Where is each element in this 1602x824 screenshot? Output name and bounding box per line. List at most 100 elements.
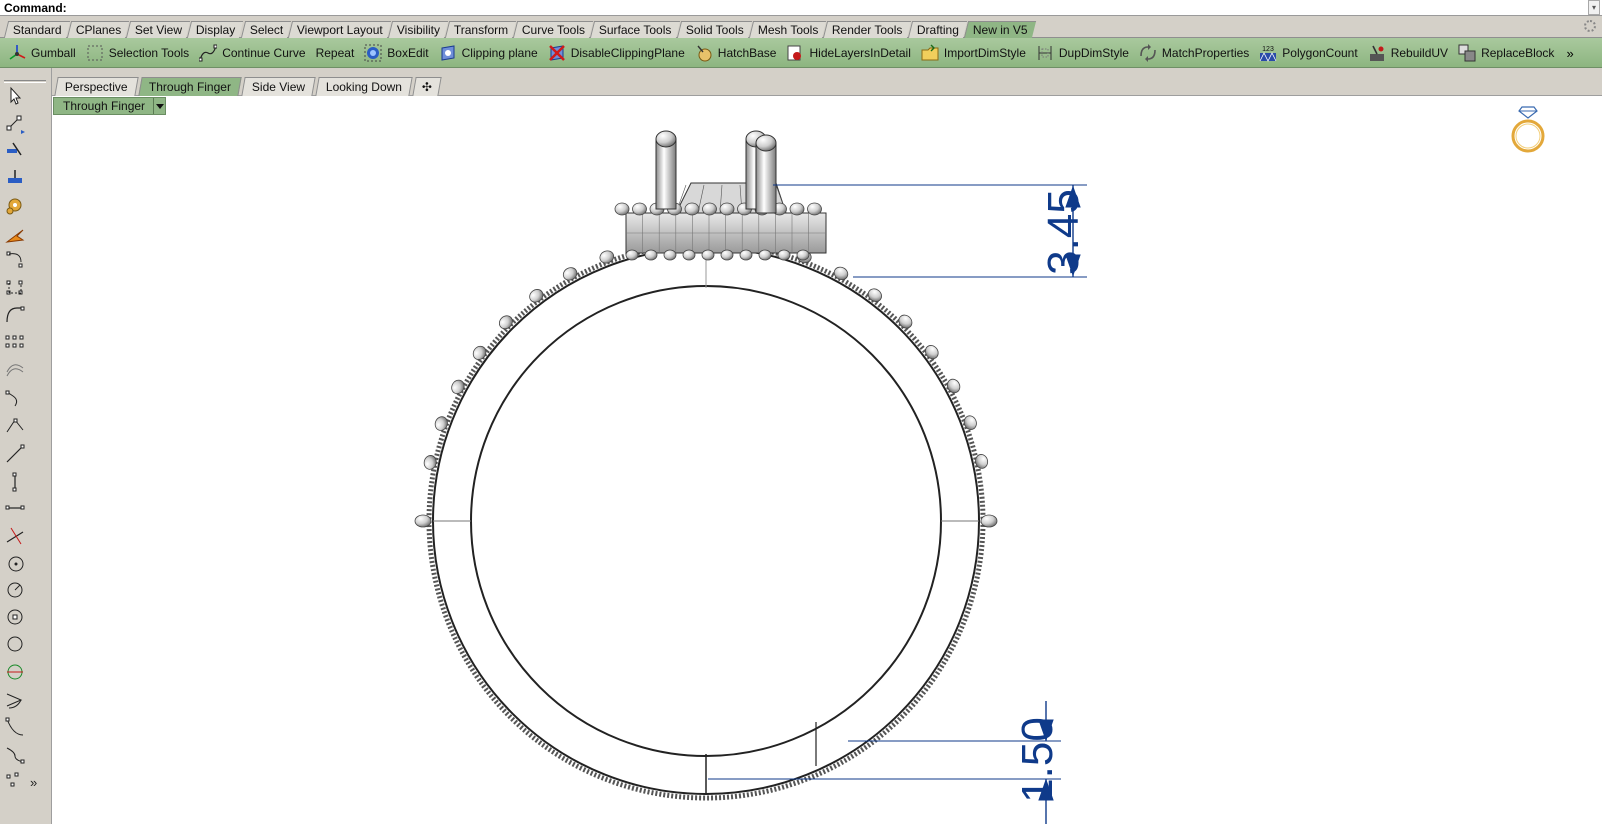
toolbar-tab-new-in-v5[interactable]: New in V5 [963, 21, 1036, 38]
curve-control-icon[interactable] [3, 248, 27, 272]
curve-blend-icon[interactable] [3, 715, 27, 739]
continue-curve-button[interactable]: Continue Curve [199, 42, 306, 64]
rectangle-points-icon[interactable] [3, 275, 27, 299]
toolbar-overflow-button[interactable]: » [1566, 46, 1573, 61]
replaceblock-button[interactable]: ReplaceBlock [1458, 42, 1554, 64]
command-button-label: ReplaceBlock [1481, 46, 1555, 60]
select-arrow-icon[interactable] [3, 84, 27, 108]
gumball-button[interactable]: Gumball [8, 42, 76, 64]
command-button-label: RebuildUV [1390, 46, 1449, 60]
disableclippingplane-button[interactable]: DisableClippingPlane [548, 42, 685, 64]
repeat-button[interactable]: Repeat [316, 42, 355, 64]
snap-icon[interactable] [3, 166, 27, 190]
polyline-icon[interactable] [3, 414, 27, 438]
continue-curve-icon [199, 44, 218, 62]
boxedit-button[interactable]: BoxEdit [364, 42, 429, 64]
clipping-plane-icon [439, 44, 457, 62]
viewport-tab-label: Looking Down [325, 80, 402, 94]
selection-tools-button[interactable]: Selection Tools [86, 42, 190, 64]
gear-settings-icon[interactable] [3, 193, 27, 217]
move-icon[interactable] [3, 139, 27, 163]
curve-interp-icon[interactable] [3, 742, 27, 766]
command-button-label: DisableClippingPlane [570, 46, 685, 60]
ring-drawing [414, 130, 1087, 824]
toolbar-tab-label: Transform [453, 23, 509, 37]
viewport-through-finger[interactable]: Through Finger 3.45 1.50 [53, 97, 1602, 824]
toolbar-tab-display[interactable]: Display [187, 21, 244, 38]
toolbar-tab-standard[interactable]: Standard [3, 21, 70, 38]
toolbar-options-gear-icon[interactable] [1584, 20, 1596, 32]
command-history-dropdown[interactable]: ▾ [1588, 0, 1600, 15]
left-toolbar-more-button[interactable]: » [30, 775, 37, 790]
halo-bead [625, 249, 639, 261]
toolbar-tab-transform[interactable]: Transform [444, 21, 517, 38]
add-viewport-tab-button[interactable]: ✣ [412, 77, 442, 96]
toolbar-tab-mesh-tools[interactable]: Mesh Tools [748, 21, 827, 38]
polycurve-icon[interactable] [3, 386, 27, 410]
importdimstyle-button[interactable]: ImportDimStyle [921, 42, 1026, 64]
ring-inner-edge [470, 285, 942, 757]
circle-tangent-icon[interactable] [3, 578, 27, 602]
tall-prong [755, 142, 777, 214]
point-grid-icon[interactable] [3, 330, 27, 354]
command-button-label: Selection Tools [108, 46, 190, 60]
toolbar-tab-label: Solid Tools [685, 23, 744, 37]
arc-tool-icon[interactable] [3, 358, 27, 382]
halo-bead [644, 249, 658, 261]
viewport-tab-through-finger[interactable]: Through Finger [138, 77, 242, 96]
toolbar-tab-label: Set View [134, 23, 183, 37]
command-line[interactable]: Command: ▾ [0, 0, 1602, 16]
angle-line-icon[interactable] [3, 524, 27, 548]
command-toolbar: Gumball Selection Tools Continue Curve Repe… [0, 38, 1602, 68]
viewport-tab-perspective[interactable]: Perspective [54, 77, 139, 96]
toolbar-tab-solid-tools[interactable]: Solid Tools [676, 21, 752, 38]
hidelayersindetail-button[interactable]: HideLayersInDetail [786, 42, 911, 64]
replace-block-icon [1458, 44, 1476, 62]
viewport-tab-looking-down[interactable]: Looking Down [315, 77, 413, 96]
arc-start-icon[interactable] [3, 688, 27, 712]
vertical-line-icon[interactable] [3, 470, 27, 494]
curve-tool-icon[interactable] [3, 302, 27, 326]
point-cloud-icon[interactable] [3, 769, 27, 793]
prong-bead [434, 416, 448, 431]
import-dimstyle-icon [921, 44, 939, 62]
circle-center-icon[interactable] [3, 551, 27, 575]
line-icon[interactable] [3, 442, 27, 466]
command-button-label: BoxEdit [387, 46, 429, 60]
toolbar-tab-curve-tools[interactable]: Curve Tools [513, 21, 594, 38]
toolbar-grip[interactable] [4, 80, 46, 83]
toolbar-tab-visibility[interactable]: Visibility [387, 21, 449, 38]
dupdimstyle-button[interactable]: DupDimStyle [1036, 42, 1129, 64]
circle-point-icon[interactable] [3, 605, 27, 629]
hatchbase-button[interactable]: HatchBase [695, 42, 776, 64]
toolbar-tab-label: New in V5 [972, 23, 1028, 37]
toolbar-tab-label: Curve Tools [522, 23, 586, 37]
horizontal-line-icon[interactable] [3, 496, 27, 520]
command-button-label: Gumball [31, 46, 76, 60]
viewport-menu-dropdown-icon[interactable] [153, 98, 165, 114]
flash-icon[interactable] [3, 222, 27, 246]
halo-bead [807, 202, 822, 216]
toolbar-tab-drafting[interactable]: Drafting [907, 21, 967, 38]
add-icon: ✣ [421, 80, 432, 94]
point-edit-icon[interactable] [3, 112, 27, 136]
viewport-tab-side-view[interactable]: Side View [241, 77, 316, 96]
toolbar-tab-set-view[interactable]: Set View [125, 21, 191, 38]
toolbar-tab-cplanes[interactable]: CPlanes [66, 21, 130, 38]
viewport-tab-label: Through Finger [148, 80, 231, 94]
toolbar-tab-label: Viewport Layout [296, 23, 383, 37]
viewport-title[interactable]: Through Finger [53, 97, 167, 115]
ring-navigation-icon[interactable] [1506, 105, 1550, 155]
circle-deformable-icon[interactable] [3, 660, 27, 684]
viewport-tab-label: Side View [251, 80, 305, 94]
rebuilduv-button[interactable]: RebuildUV [1368, 42, 1448, 64]
toolbar-tab-select[interactable]: Select [240, 21, 292, 38]
clipping-plane-button[interactable]: Clipping plane [439, 42, 538, 64]
viewport-title-label: Through Finger [63, 99, 146, 113]
circle-3pt-icon[interactable] [3, 632, 27, 656]
polygoncount-button[interactable]: 123 PolygonCount [1259, 42, 1358, 64]
toolbar-tab-render-tools[interactable]: Render Tools [822, 21, 911, 38]
toolbar-tab-viewport-layout[interactable]: Viewport Layout [287, 21, 391, 38]
matchproperties-button[interactable]: MatchProperties [1139, 42, 1249, 64]
toolbar-tab-surface-tools[interactable]: Surface Tools [590, 21, 680, 38]
